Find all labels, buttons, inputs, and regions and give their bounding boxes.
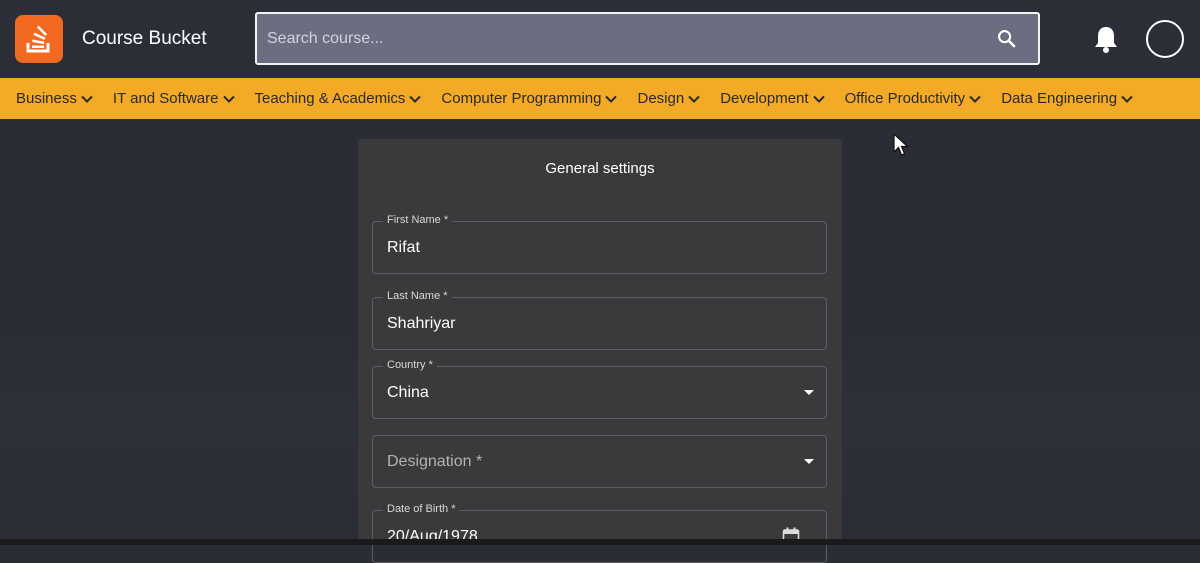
chevron-down-icon [81, 95, 93, 103]
date-of-birth-field[interactable]: Date of Birth * 20/Aug/1978 [372, 503, 827, 563]
chevron-down-icon [688, 95, 700, 103]
chevron-down-icon [812, 95, 825, 103]
nav-item-label: Teaching & Academics [254, 90, 406, 107]
general-settings-card: General settings First Name * Rifat Last… [358, 139, 842, 563]
search-input[interactable] [267, 14, 967, 63]
chevron-down-icon [222, 95, 235, 103]
nav-item-label: Design [637, 90, 685, 107]
dropdown-arrow-icon [804, 390, 814, 395]
chevron-down-icon [1121, 95, 1133, 103]
nav-item-label: Office Productivity [844, 90, 966, 107]
bottom-edge [0, 539, 1200, 545]
nav-item-it-software[interactable]: IT and Software [113, 90, 235, 107]
chevron-down-icon [409, 95, 422, 103]
brand-name: Course Bucket [82, 28, 207, 49]
avatar[interactable] [1146, 20, 1184, 58]
nav-item-teaching[interactable]: Teaching & Academics [255, 90, 422, 107]
chevron-down-icon [605, 95, 618, 103]
stack-logo-icon [26, 25, 50, 53]
nav-item-label: Development [720, 90, 809, 107]
nav-item-label: Computer Programming [441, 90, 602, 107]
nav-item-label: Business [16, 90, 77, 107]
designation-placeholder: Designation * [387, 453, 483, 470]
last-name-field[interactable]: Last Name * Shahriyar [372, 290, 827, 350]
first-name-field[interactable]: First Name * Rifat [372, 214, 827, 274]
nav-item-label: Data Engineering [1001, 90, 1118, 107]
nav-item-office[interactable]: Office Productivity [845, 90, 982, 107]
nav-item-business[interactable]: Business [16, 90, 93, 107]
search-icon[interactable] [997, 29, 1016, 48]
country-label: Country * [383, 359, 437, 371]
chevron-down-icon [969, 95, 981, 103]
card-title: General settings [545, 160, 655, 177]
country-select[interactable]: Country * China [372, 359, 827, 419]
first-name-value: Rifat [387, 239, 420, 256]
nav-item-label: IT and Software [112, 90, 219, 107]
search-box[interactable] [255, 12, 1040, 65]
top-bar: Course Bucket [0, 0, 1200, 78]
bell-icon[interactable] [1093, 24, 1119, 54]
mouse-cursor-icon [893, 133, 909, 156]
nav-item-development[interactable]: Development [720, 90, 825, 107]
first-name-label: First Name * [383, 214, 453, 226]
nav-item-data-engineering[interactable]: Data Engineering [1001, 90, 1133, 107]
designation-select[interactable]: Designation * [372, 435, 827, 488]
nav-item-design[interactable]: Design [637, 90, 700, 107]
logo[interactable] [15, 15, 63, 63]
country-value: China [387, 384, 429, 401]
last-name-label: Last Name * [383, 290, 452, 302]
date-of-birth-label: Date of Birth * [383, 503, 460, 515]
nav-item-programming[interactable]: Computer Programming [441, 90, 618, 107]
last-name-value: Shahriyar [387, 315, 456, 332]
dropdown-arrow-icon [804, 459, 814, 464]
category-nav: Business IT and Software Teaching & Acad… [0, 78, 1200, 119]
